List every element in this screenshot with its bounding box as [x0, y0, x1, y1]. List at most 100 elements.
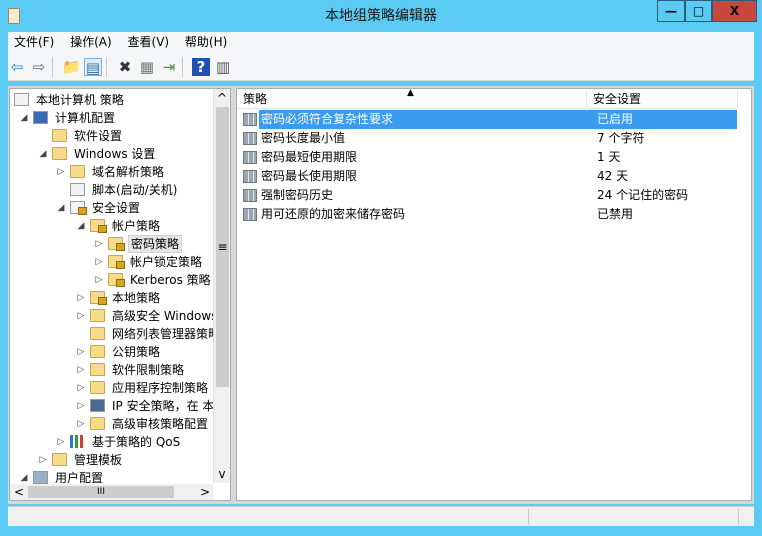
tree-item[interactable]: ▷ Kerberos 策略: [10, 271, 214, 289]
tree-item[interactable]: ▷ 管理模板: [10, 451, 214, 469]
collapse-arrow-icon[interactable]: ◢: [76, 217, 86, 235]
tree-item[interactable]: 脚本(启动/关机): [10, 181, 214, 199]
policy-value: 已启用: [591, 110, 737, 129]
expand-arrow-icon[interactable]: ▷: [76, 289, 86, 307]
expand-arrow-icon[interactable]: ▷: [76, 361, 86, 379]
tree-item-label: Windows 设置: [74, 147, 156, 161]
policy-row[interactable]: 强制密码历史 24 个记住的密码: [241, 186, 737, 205]
menu-bar: 文件(F) 操作(A) 查看(V) 帮助(H): [8, 32, 754, 53]
policy-value: 7 个字符: [597, 131, 645, 145]
expand-arrow-icon[interactable]: ▷: [94, 253, 104, 271]
export-list-icon[interactable]: ⇥: [160, 58, 178, 76]
policy-row[interactable]: 密码最长使用期限 42 天: [241, 167, 737, 186]
expand-arrow-icon[interactable]: ▷: [94, 235, 104, 253]
policy-row[interactable]: 密码最短使用期限 1 天: [241, 148, 737, 167]
toolbar: ⇦ ⇨ 📁 ▤ ✖ ▦ ⇥? ▥: [8, 53, 754, 81]
tree-item[interactable]: ▷ 域名解析策略: [10, 163, 214, 181]
menu-action[interactable]: 操作(A): [64, 32, 118, 53]
up-folder-icon[interactable]: 📁: [62, 58, 81, 76]
folder-icon: [52, 453, 67, 466]
qos-chart-icon: [70, 435, 85, 448]
policy-row[interactable]: 密码必须符合复杂性要求 已启用: [241, 110, 737, 129]
folder-icon: [52, 147, 67, 160]
locked-folder-icon: [90, 291, 107, 305]
help-icon[interactable]: ?: [192, 58, 210, 76]
forward-arrow-icon[interactable]: ⇨: [30, 58, 48, 76]
tree-item[interactable]: ▷ IP 安全策略，在 本: [10, 397, 214, 415]
policy-setting-icon: [243, 151, 257, 164]
tree-item[interactable]: ◢ 帐户策略: [10, 217, 214, 235]
policy-value: 1 天: [597, 150, 621, 164]
properties-icon[interactable]: ▦: [138, 58, 156, 76]
tree-item-label: 应用程序控制策略: [112, 381, 209, 395]
hscroll-thumb[interactable]: III: [28, 486, 174, 498]
expand-arrow-icon[interactable]: ▷: [76, 307, 86, 325]
tree-item[interactable]: ▷ 本地策略: [10, 289, 214, 307]
policy-document-icon: [70, 183, 85, 196]
folder-icon: [90, 345, 105, 358]
tree-item[interactable]: 软件设置: [10, 127, 214, 145]
column-header-policy[interactable]: 策略 ▲: [237, 88, 587, 109]
minimize-button[interactable]: —: [657, 0, 685, 22]
tree-item-label: 管理模板: [74, 453, 123, 467]
tree-item[interactable]: ▷ 帐户锁定策略: [10, 253, 214, 271]
user-config-icon: [33, 471, 48, 484]
tree-item[interactable]: ▷ 应用程序控制策略: [10, 379, 214, 397]
collapse-arrow-icon[interactable]: ◢: [19, 109, 29, 127]
tree-item[interactable]: ▷ 基于策略的 QoS: [10, 433, 214, 451]
scroll-down-button[interactable]: v: [214, 467, 230, 481]
tree-item[interactable]: 网络列表管理器策略: [10, 325, 220, 343]
expand-arrow-icon[interactable]: ▷: [76, 343, 86, 361]
tree-vertical-scrollbar[interactable]: ^ ≡ v: [213, 89, 230, 483]
tree-item-label: 帐户锁定策略: [130, 255, 203, 269]
menu-help[interactable]: 帮助(H): [179, 32, 233, 53]
folder-icon: [90, 363, 105, 376]
scroll-right-button[interactable]: >: [200, 484, 210, 500]
scroll-thumb[interactable]: ≡: [216, 107, 229, 387]
tree-item[interactable]: ▷ 高级审核策略配置: [10, 415, 214, 433]
tree-item[interactable]: ▷ 公钥策略: [10, 343, 214, 361]
tree-item[interactable]: 本地计算机 策略: [10, 91, 214, 109]
policy-setting-icon: [243, 208, 257, 221]
tree-item-label: 本地策略: [112, 291, 161, 305]
tree-item[interactable]: ▷ 密码策略: [10, 235, 214, 253]
folder-icon: [90, 381, 105, 394]
tree-item[interactable]: ◢ 安全设置: [10, 199, 214, 217]
maximize-button[interactable]: □: [685, 0, 712, 22]
tree-item[interactable]: ▷ 软件限制策略: [10, 361, 214, 379]
policy-row[interactable]: 用可还原的加密来储存密码 已禁用: [241, 205, 737, 224]
folder-icon: [90, 327, 105, 340]
scroll-up-button[interactable]: ^: [214, 91, 230, 105]
expand-arrow-icon[interactable]: ▷: [56, 163, 66, 181]
tree-item-label: 基于策略的 QoS: [92, 435, 181, 449]
folder-icon: [90, 309, 105, 322]
tree-item-label: 脚本(启动/关机): [92, 183, 178, 197]
tree-item-label: 软件限制策略: [112, 363, 185, 377]
expand-arrow-icon[interactable]: ▷: [76, 415, 86, 433]
status-bar: [8, 506, 754, 526]
expand-arrow-icon[interactable]: ▷: [76, 397, 86, 415]
tree-item[interactable]: ◢ 计算机配置: [10, 109, 214, 127]
expand-arrow-icon[interactable]: ▷: [76, 379, 86, 397]
back-arrow-icon[interactable]: ⇦: [8, 58, 26, 76]
policy-row[interactable]: 密码长度最小值 7 个字符: [241, 129, 737, 148]
menu-file[interactable]: 文件(F): [8, 32, 60, 53]
close-button[interactable]: X: [712, 0, 757, 22]
delete-icon[interactable]: ✖: [116, 58, 134, 76]
tree-item[interactable]: ◢ Windows 设置: [10, 145, 214, 163]
tree-item[interactable]: ▷ 高级安全 Windows: [10, 307, 217, 325]
show-hide-tree-icon[interactable]: ▤: [84, 58, 102, 77]
tree-horizontal-scrollbar[interactable]: < III >: [10, 484, 213, 500]
column-label: 策略: [243, 92, 268, 106]
expand-arrow-icon[interactable]: ▷: [56, 433, 66, 451]
menu-view[interactable]: 查看(V): [122, 32, 176, 53]
action-pane-icon[interactable]: ▥: [214, 58, 232, 76]
expand-arrow-icon[interactable]: ▷: [38, 451, 48, 469]
scroll-left-button[interactable]: <: [14, 484, 24, 500]
collapse-arrow-icon[interactable]: ◢: [38, 145, 48, 163]
expand-arrow-icon[interactable]: ▷: [94, 271, 104, 289]
locked-folder-icon: [90, 219, 107, 233]
collapse-arrow-icon[interactable]: ◢: [56, 199, 66, 217]
computer-icon: [33, 111, 48, 124]
column-header-setting[interactable]: 安全设置: [587, 90, 738, 109]
